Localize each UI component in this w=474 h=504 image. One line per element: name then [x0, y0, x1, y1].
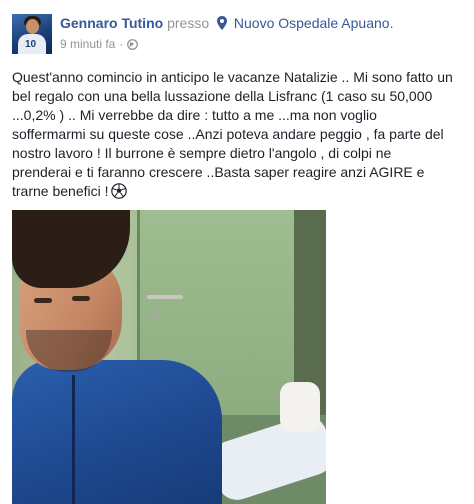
presso-label: presso [167, 15, 210, 31]
facebook-post: 10 Gennaro Tutino presso Nuovo Ospedale … [0, 0, 474, 504]
author-name-link[interactable]: Gennaro Tutino [60, 15, 163, 31]
location-link[interactable]: Nuovo Ospedale Apuano. [234, 15, 394, 31]
post-text-line: ...0,2% ) .. Mi verrebbe da dire : tutto… [12, 107, 377, 123]
post-meta: 9 minuti fa · [60, 37, 139, 53]
post-text-line: soffermarmi su queste cose ..Anzi poteva… [12, 126, 444, 142]
post-text-last-line: trarne benefici ! [12, 182, 464, 204]
post-text-line: Quest'anno comincio in anticipo le vacan… [12, 69, 453, 85]
map-pin-icon [217, 16, 227, 33]
globe-icon[interactable] [127, 39, 139, 53]
soccer-ball-icon [110, 183, 127, 204]
post-text: Quest'anno comincio in anticipo le vacan… [12, 68, 464, 204]
timestamp-link[interactable]: 9 minuti fa [60, 37, 115, 51]
post-text-line: nostro lavoro ! Il burrone è sempre diet… [12, 145, 392, 161]
post-photo[interactable] [12, 210, 326, 504]
author-avatar[interactable]: 10 [12, 14, 52, 54]
post-text-line: bel regalo con una bella lussazione dell… [12, 88, 433, 104]
post-text-line: prenderai e ti faranno crescere ..Basta … [12, 164, 425, 180]
post-text-line: trarne benefici ! [12, 183, 109, 199]
meta-separator: · [119, 37, 124, 51]
post-header: Gennaro Tutino presso Nuovo Ospedale Apu… [60, 15, 393, 33]
